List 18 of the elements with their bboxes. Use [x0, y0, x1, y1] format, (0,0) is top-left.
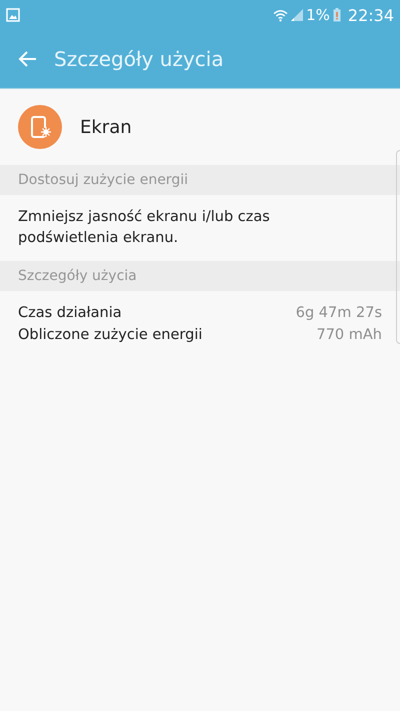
signal-icon: [291, 9, 304, 21]
detail-value: 770 mAh: [316, 326, 382, 345]
edge-panel-handle[interactable]: [396, 150, 400, 344]
section-header: Dostosuj zużycie energii: [0, 165, 400, 195]
screen-title: Szczegóły użycia: [54, 47, 224, 71]
battery-icon: [332, 8, 341, 22]
detail-label: Czas działania: [18, 304, 122, 323]
tip-text: Zmniejsz jasność ekranu i/lub czas podświetlenia ekranu.: [18, 209, 270, 246]
section-header: Szczegóły użycia: [0, 261, 400, 291]
battery-percent: 1%: [306, 6, 330, 24]
wifi-icon: [273, 8, 288, 22]
phone-brightness-icon: [18, 105, 62, 149]
detail-value: 6g 47m 27s: [296, 304, 382, 323]
detail-label: Obliczone zużycie energii: [18, 326, 202, 345]
back-arrow-icon[interactable]: [18, 49, 38, 69]
clock: 22:34: [348, 6, 394, 24]
app-name: Ekran: [80, 116, 132, 138]
gallery-icon: [6, 8, 20, 22]
